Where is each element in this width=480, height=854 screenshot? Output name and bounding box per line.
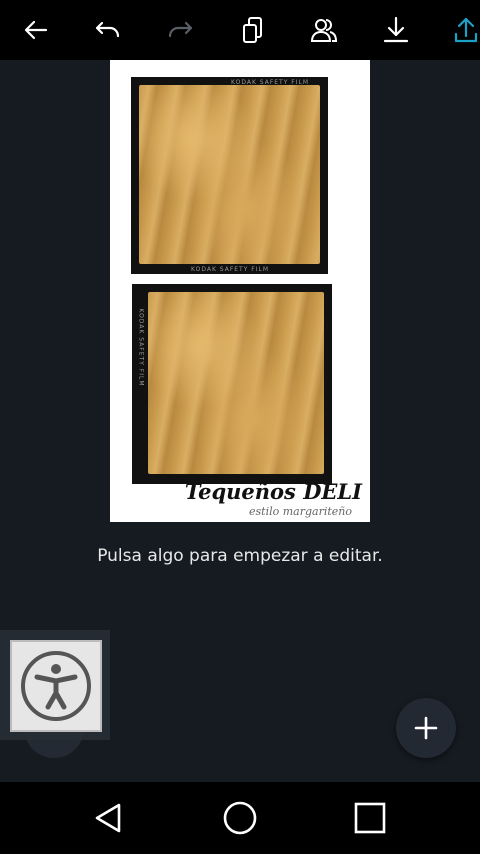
brand-subtitle[interactable]: estilo margariteño (249, 505, 352, 518)
undo-icon[interactable] (86, 8, 130, 52)
film-edge-text: KODAK SAFETY FILM (191, 266, 270, 273)
redo-icon[interactable] (158, 8, 202, 52)
top-toolbar (0, 0, 480, 60)
download-icon[interactable] (374, 8, 418, 52)
accessibility-widget[interactable] (0, 630, 110, 740)
nav-back-icon[interactable] (86, 796, 130, 840)
copy-icon[interactable] (230, 8, 274, 52)
nav-home-icon[interactable] (218, 796, 262, 840)
accessibility-icon (21, 651, 91, 721)
nav-recents-icon[interactable] (348, 796, 392, 840)
add-element-button[interactable] (396, 698, 456, 758)
photo-content (148, 292, 324, 474)
photo-content (139, 85, 320, 264)
back-arrow-icon[interactable] (14, 8, 58, 52)
photo-tequenos-bottom[interactable]: KODAK SAFETY FILM (132, 284, 332, 484)
editor-hint: Pulsa algo para empezar a editar. (97, 546, 383, 566)
share-upload-icon[interactable] (444, 8, 480, 52)
accessibility-button[interactable] (10, 640, 102, 732)
system-nav-bar (0, 782, 480, 854)
photo-tequenos-top[interactable]: KODAK SAFETY FILM KODAK SAFETY FILM (131, 77, 328, 274)
brand-title[interactable]: Tequeños DELI (185, 479, 362, 504)
film-edge-text: KODAK SAFETY FILM (137, 308, 145, 387)
collaborators-icon[interactable] (302, 8, 346, 52)
plus-icon (414, 716, 438, 740)
design-canvas[interactable]: KODAK SAFETY FILM KODAK SAFETY FILM KODA… (110, 60, 370, 522)
